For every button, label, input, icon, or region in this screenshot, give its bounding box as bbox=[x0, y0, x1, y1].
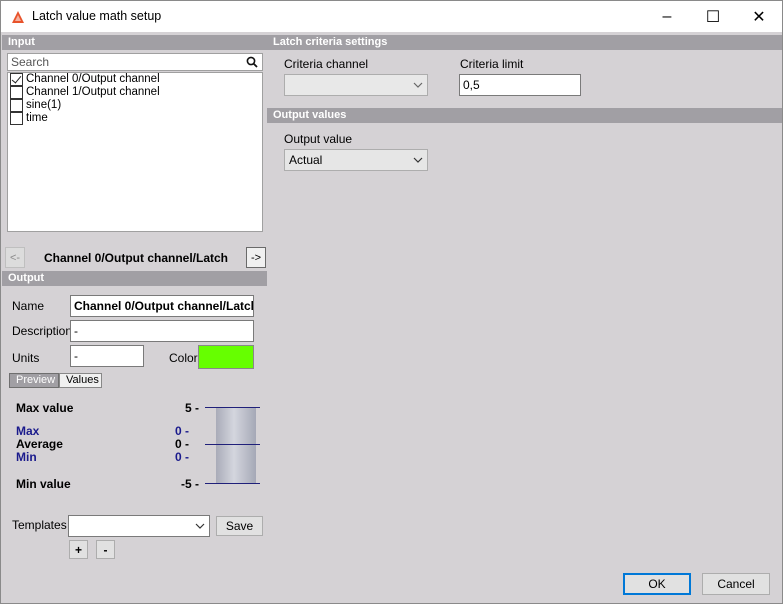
channel-list: Channel 0/Output channel Channel 1/Outpu… bbox=[7, 72, 263, 232]
chevron-down-icon bbox=[195, 523, 205, 529]
list-item[interactable]: Channel 1/Output channel bbox=[8, 86, 262, 99]
input-section-header: Input bbox=[2, 35, 267, 50]
current-channel-title: Channel 0/Output channel/Latch bbox=[43, 251, 228, 265]
criteria-channel-label: Criteria channel bbox=[284, 57, 369, 71]
next-channel-button[interactable]: -> bbox=[246, 247, 266, 268]
close-icon: ✕ bbox=[752, 8, 766, 26]
app-logo-icon bbox=[12, 11, 24, 23]
min-value: -5 - bbox=[181, 477, 199, 491]
channel-label: Channel 1/Output channel bbox=[26, 86, 160, 98]
output-value-label: Output value bbox=[284, 132, 353, 146]
units-field[interactable]: - bbox=[70, 345, 144, 367]
search-input[interactable] bbox=[8, 54, 238, 70]
min-value-label: Min value bbox=[16, 477, 71, 491]
channel-label: Channel 0/Output channel bbox=[26, 73, 160, 85]
maximize-icon: ☐ bbox=[705, 8, 721, 26]
close-button[interactable]: ✕ bbox=[736, 1, 782, 32]
max-readout: 0 - bbox=[174, 424, 189, 438]
channel-checkbox[interactable] bbox=[10, 73, 23, 86]
latch-setup-dialog: Latch value math setup – ☐ ✕ Input Chann… bbox=[0, 0, 783, 604]
templates-label: Templates bbox=[12, 518, 67, 532]
previous-channel-button[interactable]: <- bbox=[5, 247, 25, 268]
tab-values[interactable]: Values bbox=[59, 373, 102, 388]
name-field[interactable]: Channel 0/Output channel/Latch bbox=[70, 295, 254, 317]
color-label: Color bbox=[169, 351, 198, 365]
output-value-dropdown[interactable]: Actual bbox=[284, 149, 428, 171]
description-label: Description bbox=[12, 324, 73, 338]
search-icon[interactable] bbox=[246, 56, 258, 68]
max-value-label: Max value bbox=[16, 401, 74, 415]
cancel-button[interactable]: Cancel bbox=[702, 573, 770, 595]
average-readout: 0 - bbox=[174, 437, 189, 451]
minimize-button[interactable]: – bbox=[644, 1, 690, 32]
channel-checkbox[interactable] bbox=[10, 86, 23, 99]
search-box bbox=[7, 53, 263, 71]
output-value-selected: Actual bbox=[289, 153, 323, 167]
average-line bbox=[205, 444, 260, 445]
output-section-header: Output bbox=[2, 271, 267, 286]
min-value-line bbox=[205, 483, 260, 484]
remove-template-button[interactable]: - bbox=[96, 540, 115, 559]
chevron-down-icon bbox=[413, 157, 423, 163]
latch-criteria-header: Latch criteria settings bbox=[267, 35, 782, 50]
list-item[interactable]: sine(1) bbox=[8, 99, 262, 112]
maximize-button[interactable]: ☐ bbox=[690, 1, 736, 32]
list-item[interactable]: time bbox=[8, 112, 262, 125]
criteria-limit-field[interactable]: 0,5 bbox=[459, 74, 581, 96]
channel-checkbox[interactable] bbox=[10, 99, 23, 112]
color-picker[interactable] bbox=[198, 345, 254, 369]
criteria-channel-dropdown[interactable] bbox=[284, 74, 428, 96]
max-value-line bbox=[205, 407, 260, 408]
save-template-button[interactable]: Save bbox=[216, 516, 263, 536]
add-template-button[interactable]: + bbox=[69, 540, 88, 559]
max-value: 5 - bbox=[184, 401, 199, 415]
templates-dropdown[interactable] bbox=[68, 515, 210, 537]
min-label: Min bbox=[16, 450, 37, 464]
ok-button[interactable]: OK bbox=[623, 573, 691, 595]
minimize-icon: – bbox=[662, 7, 672, 25]
title-bar: Latch value math setup – ☐ ✕ bbox=[1, 1, 782, 32]
preview-range-bar bbox=[216, 407, 256, 484]
output-values-header: Output values bbox=[267, 108, 782, 123]
min-readout: 0 - bbox=[174, 450, 189, 464]
name-label: Name bbox=[12, 299, 45, 313]
description-field[interactable]: - bbox=[70, 320, 254, 342]
chevron-down-icon bbox=[413, 82, 423, 88]
criteria-limit-label: Criteria limit bbox=[460, 57, 524, 71]
max-label: Max bbox=[16, 424, 40, 438]
units-label: Units bbox=[12, 351, 40, 365]
list-item[interactable]: Channel 0/Output channel bbox=[8, 73, 262, 86]
channel-checkbox[interactable] bbox=[10, 112, 23, 125]
channel-label: sine(1) bbox=[26, 99, 62, 111]
channel-label: time bbox=[26, 112, 48, 124]
average-label: Average bbox=[16, 437, 63, 451]
tab-preview[interactable]: Preview bbox=[9, 373, 59, 388]
window-title: Latch value math setup bbox=[32, 9, 162, 23]
